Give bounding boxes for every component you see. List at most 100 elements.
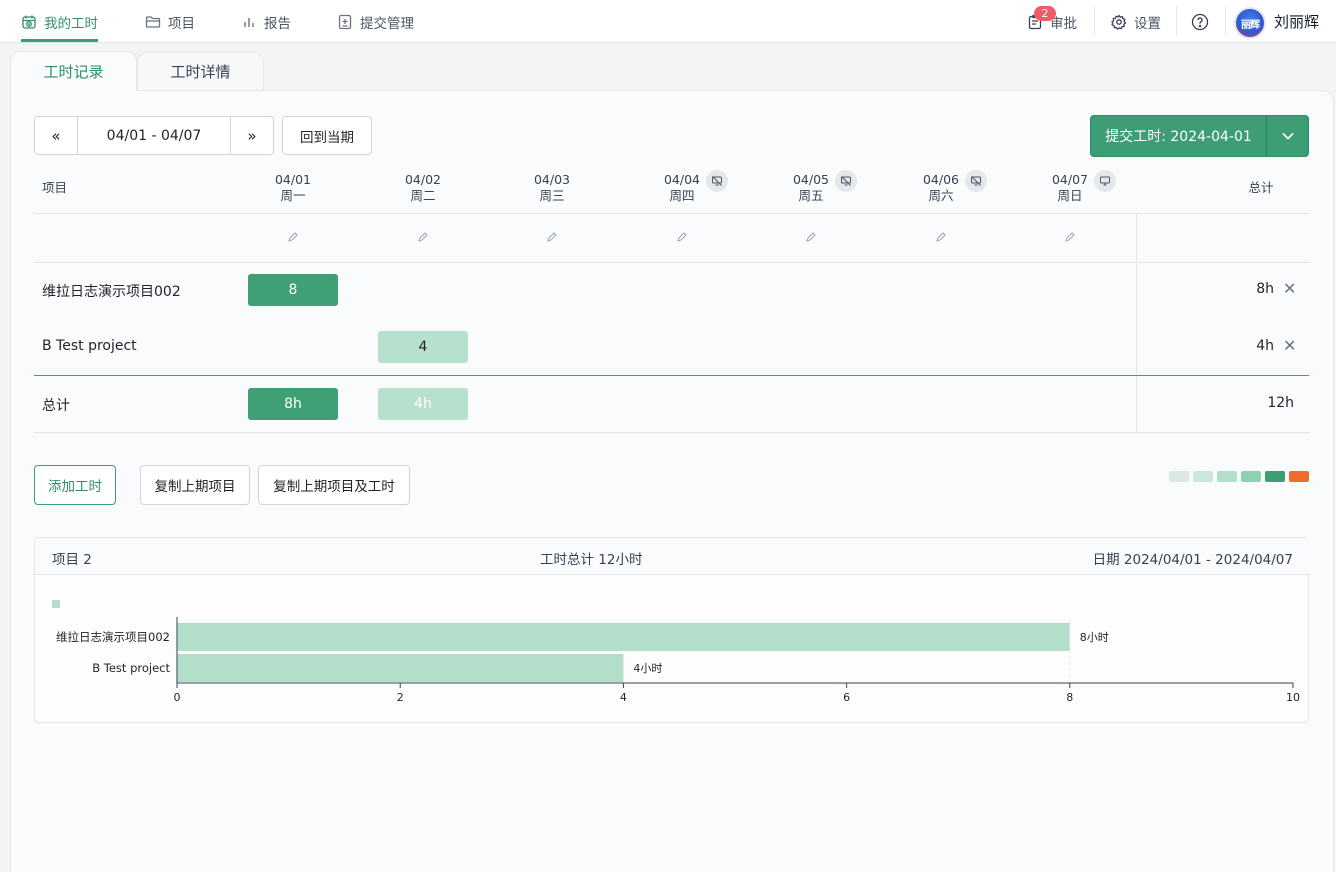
- tab-label: 工时详情: [170, 63, 231, 81]
- avatar[interactable]: 丽辉: [1234, 7, 1266, 39]
- nav-label: 报告: [264, 15, 291, 32]
- clock-calendar-icon: [21, 14, 37, 30]
- day-header-text: 04/06 周六: [923, 172, 959, 204]
- nav-label: 项目: [168, 15, 195, 32]
- chart-bar: [177, 654, 624, 682]
- question-icon: [1191, 13, 1209, 31]
- monitor-off-icon[interactable]: [835, 170, 858, 192]
- gear-icon: [1111, 13, 1127, 30]
- day-header-text: 04/03 周三: [534, 172, 570, 204]
- date-range-navigator: « 04/01 - 04/07 »: [34, 116, 274, 155]
- summary-chart-card: 项目 2 工时总计 12小时 日期 2024/04/01 - 2024/04/0…: [34, 537, 1310, 723]
- next-period-button[interactable]: »: [231, 117, 273, 154]
- row-total: 4h: [1256, 338, 1274, 354]
- submit-hours-split-button: 提交工时: 2024-04-01: [1090, 115, 1309, 157]
- current-period-button[interactable]: 回到当期: [282, 116, 372, 155]
- total-hours-cell: 8h: [248, 388, 338, 420]
- row-project-name: 维拉日志演示项目002: [42, 284, 181, 300]
- pencil-icon[interactable]: [416, 230, 430, 244]
- day-weekday: 周日: [1057, 188, 1083, 203]
- legend-swatch: [1289, 471, 1309, 482]
- day-weekday: 周五: [798, 188, 824, 203]
- date-range-display[interactable]: 04/01 - 04/07: [77, 117, 231, 154]
- chevron-down-icon: [1281, 129, 1295, 143]
- total-row-label: 总计: [42, 398, 70, 414]
- nav-my-timesheet[interactable]: 我的工时: [21, 0, 98, 43]
- summary-project-count: 项目 2: [52, 552, 92, 568]
- folder-icon: [145, 14, 161, 30]
- summary-date-range: 日期 2024/04/01 - 2024/04/07: [1092, 552, 1293, 568]
- prev-period-button[interactable]: «: [35, 117, 77, 154]
- chart-x-tick-label: 8: [1066, 691, 1073, 704]
- nav-projects[interactable]: 项目: [145, 0, 195, 43]
- copy-previous-projects-button[interactable]: 复制上期项目: [140, 465, 250, 505]
- monitor-off-icon[interactable]: [965, 170, 988, 192]
- monitor-off-icon[interactable]: [706, 170, 729, 192]
- user-name[interactable]: 刘丽辉: [1274, 0, 1319, 43]
- submit-hours-button[interactable]: 提交工时: 2024-04-01: [1091, 116, 1267, 156]
- day-column-header: 04/02 周二: [368, 172, 478, 204]
- nav-label: 提交管理: [360, 15, 414, 32]
- day-date: 04/01: [274, 172, 312, 187]
- nav-label: 我的工时: [44, 15, 98, 32]
- legend-swatch: [1193, 471, 1213, 482]
- avatar-text: 丽辉: [1241, 19, 1260, 31]
- pencil-icon[interactable]: [934, 230, 948, 244]
- day-date: 04/02: [404, 172, 442, 187]
- copy-previous-projects-hours-button[interactable]: 复制上期项目及工时: [258, 465, 410, 505]
- chart-value-label: 4小时: [633, 662, 662, 675]
- nav-divider: [1094, 6, 1095, 36]
- tab-label: 工时记录: [43, 63, 104, 81]
- grand-total: 12h: [1267, 395, 1294, 411]
- remove-row-close-icon[interactable]: ✕: [1283, 336, 1296, 355]
- pencil-icon[interactable]: [1063, 230, 1077, 244]
- tab-time-detail[interactable]: 工时详情: [137, 52, 264, 90]
- top-nav-bar: 我的工时 项目 报告 提交管理 审批 2 设置 丽辉 刘丽辉: [0, 0, 1336, 43]
- monitor-icon[interactable]: [1094, 170, 1117, 192]
- hours-cell[interactable]: 4: [378, 331, 468, 363]
- day-date: 04/03: [533, 172, 571, 187]
- chart-legend-swatch: [52, 600, 60, 608]
- chart-category-label: B Test project: [92, 661, 170, 675]
- day-weekday: 周一: [280, 188, 306, 203]
- hours-cell[interactable]: 8: [248, 274, 338, 306]
- bar-chart-icon: [241, 14, 257, 30]
- chart-category-label: 维拉日志演示项目002: [56, 630, 170, 644]
- day-column-header: 04/07 周日: [1029, 170, 1139, 204]
- pencil-icon[interactable]: [804, 230, 818, 244]
- row-divider: [34, 262, 1309, 263]
- day-date: 04/06: [922, 172, 960, 187]
- remove-row-close-icon[interactable]: ✕: [1283, 279, 1296, 298]
- chart-value-label: 8小时: [1080, 631, 1109, 644]
- nav-reports[interactable]: 报告: [241, 0, 291, 43]
- day-weekday: 周六: [928, 188, 954, 203]
- pencil-icon[interactable]: [286, 230, 300, 244]
- nav-label: 设置: [1134, 15, 1161, 32]
- day-date: 04/07: [1051, 172, 1089, 187]
- nav-divider: [1176, 6, 1177, 36]
- tab-time-record[interactable]: 工时记录: [10, 51, 137, 91]
- legend-swatch: [1217, 471, 1237, 482]
- pencil-icon[interactable]: [545, 230, 559, 244]
- total-column-header: 总计: [1248, 180, 1274, 195]
- submit-dropdown-button[interactable]: [1267, 116, 1308, 156]
- pencil-icon[interactable]: [675, 230, 689, 244]
- day-date: 04/04: [663, 172, 701, 187]
- chart-x-tick-label: 10: [1286, 691, 1300, 704]
- row-divider: [34, 432, 1309, 433]
- day-header-text: 04/01 周一: [275, 172, 311, 204]
- nav-submission-management[interactable]: 提交管理: [337, 0, 414, 43]
- row-project-name: B Test project: [42, 338, 137, 354]
- help-button[interactable]: [1191, 0, 1209, 43]
- add-hours-button[interactable]: 添加工时: [34, 465, 116, 505]
- total-row-divider: [34, 375, 1309, 376]
- day-column-header: 04/05 周五: [770, 170, 880, 204]
- day-date: 04/05: [792, 172, 830, 187]
- nav-settings[interactable]: 设置: [1111, 0, 1161, 43]
- row-total: 8h: [1256, 281, 1274, 297]
- document-plus-icon: [337, 14, 353, 30]
- chart-x-tick-label: 6: [843, 691, 850, 704]
- total-hours-cell: 4h: [378, 388, 468, 420]
- approval-count-badge: 2: [1034, 6, 1056, 21]
- summary-total-hours: 工时总计 12小时: [540, 552, 643, 568]
